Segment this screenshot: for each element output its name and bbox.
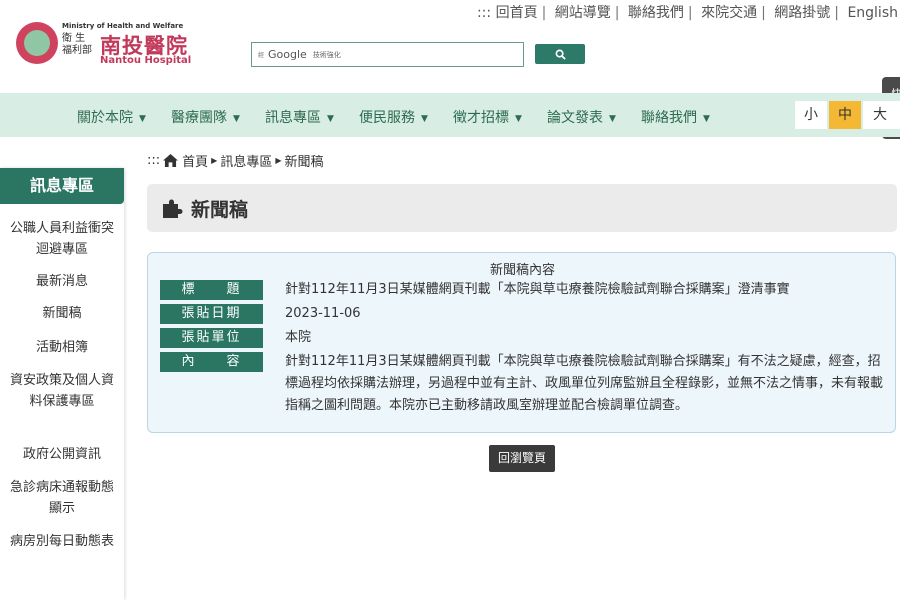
logo-emblem-icon	[16, 22, 58, 64]
breadcrumb: ::: 首頁 ▶ 訊息專區 ▶ 新聞稿	[147, 151, 324, 170]
util-link-registration[interactable]: 網路掛號	[774, 5, 830, 21]
caret-right-icon: ▶	[211, 156, 218, 165]
search-prefix: 經	[258, 52, 265, 59]
sidebar-item-security[interactable]: 資安政策及個人資料保護專區	[0, 370, 124, 412]
home-icon	[163, 154, 179, 167]
page-title: 新聞稿	[191, 198, 249, 221]
field-value-title: 針對112年11月3日某媒體網頁刊載「本院與草屯療養院檢驗試劑聯合採購案」澄清事…	[285, 282, 790, 297]
field-value-unit: 本院	[285, 330, 312, 345]
nav-item-news[interactable]: 訊息專區 ▼	[265, 107, 334, 127]
caret-down-icon: ▼	[233, 114, 240, 124]
field-value-content: 針對112年11月3日某媒體網頁刊載「本院與草屯療養院檢驗試劑聯合採購案」有不法…	[285, 354, 884, 413]
sidebar-item-ward-daily[interactable]: 病房別每日動態表	[0, 531, 124, 552]
nav-item-about[interactable]: 關於本院 ▼	[77, 107, 146, 127]
hospital-logo[interactable]: Ministry of Health and Welfare 衛 生 福利部 南…	[16, 20, 198, 70]
field-label-unit: 張貼單位	[160, 328, 263, 348]
sidebar-item-er-beds[interactable]: 急診病床通報動態顯示	[0, 477, 124, 519]
field-label-date: 張貼日期	[160, 304, 263, 324]
sidebar-item-press[interactable]: 新聞稿	[0, 303, 124, 324]
sidebar-item-latest-news[interactable]: 最新消息	[0, 271, 124, 292]
sidebar-title: 訊息專區	[0, 168, 124, 204]
util-link-sitemap[interactable]: 網站導覽	[555, 5, 611, 21]
sidebar-item-album[interactable]: 活動相簿	[0, 337, 124, 358]
nav-item-papers[interactable]: 論文發表 ▼	[547, 107, 616, 127]
util-link-contact[interactable]: 聯絡我們	[628, 5, 684, 21]
utility-links: ::: 回首頁 | 網站導覽 | 聯絡我們 | 來院交通 | 網路掛號 | English	[476, 5, 898, 21]
nav-item-services[interactable]: 便民服務 ▼	[359, 107, 428, 127]
search-button[interactable]	[535, 44, 585, 64]
logo-ministry-en: Ministry of Health and Welfare	[62, 22, 184, 30]
util-link-home[interactable]: 回首頁	[496, 5, 538, 21]
sidebar: 訊息專區 公職人員利益衝突迴避專區 最新消息 新聞稿 活動相簿 資安政策及個人資…	[0, 168, 124, 600]
font-size-small-button[interactable]: 小	[795, 101, 827, 129]
breadcrumb-home[interactable]: 首頁	[182, 151, 208, 170]
sidebar-item-gov-info[interactable]: 政府公開資訊	[0, 444, 124, 465]
font-size-medium-button[interactable]: 中	[829, 101, 861, 129]
nav-item-recruit[interactable]: 徵才招標 ▼	[453, 107, 522, 127]
util-link-english[interactable]: English	[847, 5, 898, 21]
back-to-list-button[interactable]: 回瀏覽頁	[489, 445, 555, 472]
caret-down-icon: ▼	[421, 114, 428, 124]
nav-item-contact[interactable]: 聯絡我們 ▼	[641, 107, 710, 127]
sidebar-item-conflict[interactable]: 公職人員利益衝突迴避專區	[0, 218, 124, 260]
puzzle-icon	[163, 199, 183, 218]
caret-down-icon: ▼	[609, 114, 616, 124]
breadcrumb-news[interactable]: 訊息專區	[220, 151, 272, 170]
panel-heading: 新聞稿內容	[489, 263, 555, 278]
field-label-title: 標 題	[160, 280, 263, 300]
caret-down-icon: ▼	[515, 114, 522, 124]
font-size-large-button[interactable]: 大	[863, 101, 900, 129]
page-title-bar: 新聞稿	[147, 184, 897, 232]
logo-hospital-en: Nantou Hospital	[100, 55, 192, 66]
breadcrumb-prefix: :::	[147, 153, 161, 168]
util-prefix: :::	[476, 5, 492, 21]
caret-down-icon: ▼	[139, 114, 146, 124]
field-value-date: 2023-11-06	[285, 306, 361, 321]
caret-down-icon: ▼	[327, 114, 334, 124]
search-icon	[555, 49, 566, 60]
caret-right-icon: ▶	[275, 156, 282, 165]
breadcrumb-current: 新聞稿	[284, 155, 324, 170]
google-logo: Google	[268, 48, 307, 61]
field-label-content: 內 容	[160, 352, 263, 372]
search-subtext: 技術強化	[312, 50, 341, 59]
caret-down-icon: ▼	[703, 114, 710, 124]
main-nav: 關於本院 ▼ 醫療團隊 ▼ 訊息專區 ▼ 便民服務 ▼ 徵才招標 ▼ 論文發表 ▼ 聯絡我們…	[0, 93, 900, 137]
search-input[interactable]: 經 Google 技術強化	[251, 42, 524, 67]
press-release-panel: 新聞稿內容 標 題 針對112年11月3日某媒體網頁刊載「本院與草屯療養院檢驗試…	[147, 252, 896, 433]
nav-item-medical-team[interactable]: 醫療團隊 ▼	[171, 107, 240, 127]
logo-ministry-zh: 衛 生 福利部	[62, 33, 92, 56]
util-link-traffic[interactable]: 來院交通	[701, 5, 757, 21]
